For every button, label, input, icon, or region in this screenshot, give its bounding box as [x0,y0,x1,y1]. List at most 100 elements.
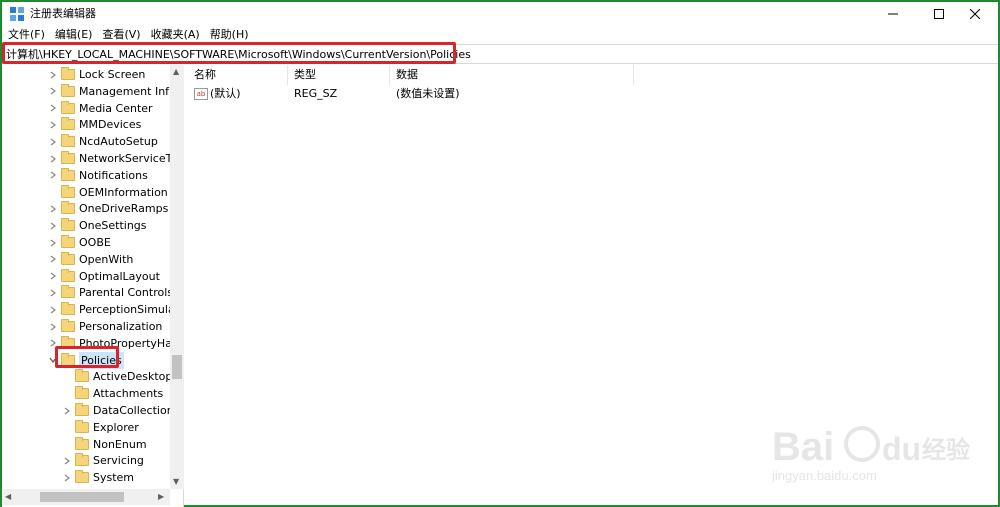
table-row[interactable]: ab (默认) REG_SZ (数值未设置) [188,85,788,103]
tree-item-label: Attachments [93,387,164,401]
chevron-right-icon[interactable] [48,271,58,281]
chevron-right-icon[interactable] [48,103,58,113]
tree-item[interactable]: System [62,469,134,486]
policies-highlight-box [55,346,119,368]
tree-item[interactable]: OOBE [48,234,111,251]
close-button[interactable] [952,2,998,26]
tree-item[interactable]: NcdAutoSetup [48,133,158,150]
tree-vertical-scrollbar[interactable]: ▲ ▼ [170,65,184,489]
string-value-icon: ab [194,88,208,100]
folder-icon [75,470,89,484]
tree-item-label: Lock Screen [79,68,146,81]
column-header-data[interactable]: 数据 [390,65,634,85]
tree-item[interactable]: Parental Controls [48,284,173,301]
folder-icon [75,436,89,450]
tree-item[interactable]: OEMInformation [48,184,168,201]
tree-item-label: Personalization [79,320,163,333]
folder-icon [61,100,75,114]
tree-item[interactable]: Servicing [62,452,144,469]
folder-icon [75,369,89,383]
tree-item-label: NonEnum [93,437,147,451]
value-name: (默认) [210,87,241,100]
tree-item[interactable]: DataCollection [62,402,174,419]
tree-item-label: Servicing [93,454,144,468]
folder-icon [75,419,89,433]
chevron-right-icon[interactable] [62,406,72,416]
tree-item-label: OpenWith [79,252,134,266]
chevron-right-icon[interactable] [62,456,72,466]
chevron-right-icon[interactable] [48,322,58,332]
tree-item-label: OOBE [79,236,111,249]
scroll-right-icon[interactable]: ▶ [158,492,164,501]
column-header-type[interactable]: 类型 [288,65,390,85]
tree-vertical-scroll-thumb[interactable] [172,355,182,379]
folder-icon [61,302,75,316]
chevron-right-icon[interactable] [48,170,58,180]
folder-icon [61,201,75,215]
chevron-right-icon[interactable] [48,204,58,214]
chevron-right-icon[interactable] [48,70,58,80]
chevron-right-icon[interactable] [48,86,58,96]
maximize-icon [934,9,944,19]
tree-item[interactable]: OptimalLayout [48,268,160,285]
scroll-left-icon[interactable]: ◀ [5,492,11,501]
tree-item-label: OEMInformation [79,185,168,199]
scroll-up-icon[interactable]: ▲ [173,67,179,76]
tree-item[interactable]: Media Center [48,100,153,117]
tree-item[interactable]: NetworkServiceTrig [48,150,183,167]
tree-item[interactable]: Notifications [48,167,148,184]
tree-item[interactable]: OpenWith [48,251,133,268]
tree-item-label: System [93,471,135,485]
tree-item[interactable]: Lock Screen [48,66,145,83]
tree-item-label: OneSettings [79,219,147,233]
scroll-down-icon[interactable]: ▼ [173,477,179,486]
tree-item[interactable]: PerceptionSimulatio [48,301,184,318]
tree-item-label: PerceptionSimulatio [79,303,184,317]
chevron-right-icon[interactable] [48,137,58,147]
tree-item-label: Explorer [93,420,139,434]
svg-text:du: du [882,431,921,467]
value-data: (数值未设置) [396,87,460,100]
folder-icon [61,319,75,332]
tree-item-label: Parental Controls [79,286,173,300]
tree-item[interactable]: ActiveDesktop [62,368,172,385]
chevron-placeholder [62,422,72,432]
chevron-right-icon[interactable] [48,305,58,315]
tree-item[interactable]: Attachments [62,385,163,402]
folder-icon [61,251,75,265]
tree-item[interactable]: MMDevices [48,116,141,133]
folder-icon [61,83,75,97]
tree-item-label: DataCollection [93,404,174,417]
chevron-right-icon[interactable] [48,120,58,130]
tree-item-label: Management Infra [79,84,181,98]
column-header-name[interactable]: 名称 [188,65,288,85]
tree-item[interactable]: NonEnum [62,436,147,453]
minimize-button[interactable] [870,2,916,26]
folder-icon [61,134,75,148]
folder-icon [61,151,75,164]
folder-icon [61,184,75,198]
tree-item[interactable]: OneDriveRamps [48,200,168,217]
folder-icon [61,117,75,131]
value-type: REG_SZ [294,87,338,100]
tree-horizontal-scroll-thumb[interactable] [40,492,124,502]
tree-item-label: MMDevices [79,118,142,132]
folder-icon [61,167,75,181]
chevron-right-icon[interactable] [62,473,72,483]
folder-icon [61,285,75,299]
tree-horizontal-scrollbar[interactable]: ◀ ▶ [2,489,170,505]
chevron-right-icon[interactable] [48,221,58,231]
folder-icon [61,235,75,248]
chevron-right-icon[interactable] [48,254,58,264]
window-frame: 注册表编辑器 文件(F) 编辑(E) 查看(V) 收藏夹(A) 帮助(H) 计算… [0,0,1000,507]
svg-text:jingyan.baidu.com: jingyan.baidu.com [772,468,877,483]
tree-item[interactable]: Personalization [48,318,162,335]
chevron-right-icon[interactable] [48,154,58,164]
title-bar: 注册表编辑器 [2,2,998,26]
chevron-right-icon[interactable] [48,288,58,298]
tree-item[interactable]: OneSettings [48,217,147,234]
tree-item[interactable]: Management Infra [48,83,180,100]
tree-item-label: OptimalLayout [79,269,160,283]
chevron-right-icon[interactable] [48,238,58,248]
tree-item[interactable]: Explorer [62,419,139,436]
